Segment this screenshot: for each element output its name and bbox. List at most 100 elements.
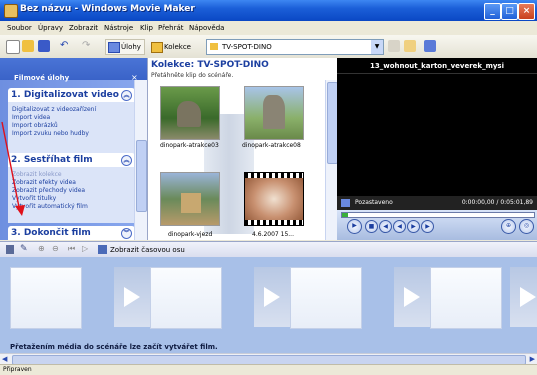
storyboard-cell[interactable]: [290, 267, 362, 329]
folder-icon: [210, 43, 218, 50]
dinosaur-image: [263, 95, 285, 129]
storyboard-cell[interactable]: [10, 267, 82, 329]
new-project-icon[interactable]: [6, 40, 20, 54]
clip-label: dinopark-atrakce08: [242, 142, 301, 149]
open-project-icon[interactable]: [22, 40, 34, 52]
menu-upravy[interactable]: Úpravy: [38, 24, 63, 32]
narrate-icon[interactable]: ✎: [20, 244, 28, 254]
annotation-arrow-icon: [1, 121, 25, 216]
storyboard-cell[interactable]: [430, 267, 502, 329]
tasks-icon: [108, 42, 120, 53]
scroll-thumb[interactable]: [136, 140, 147, 212]
task-section-title: 1. Digitalizovat video: [11, 90, 119, 100]
preview-monitor: 13_wohnout_karton_veverek_mysi Pozastave…: [337, 58, 537, 240]
scroll-left-icon[interactable]: ◀: [2, 355, 7, 363]
dinosaur-image: [177, 101, 201, 127]
seek-thumb[interactable]: [342, 213, 348, 217]
chevron-down-icon[interactable]: ︾: [121, 228, 132, 239]
preview-title: 13_wohnout_karton_veverek_mysi: [370, 62, 504, 70]
collection-dropdown[interactable]: TV-SPOT-DINO ▼: [206, 39, 384, 55]
collection-subtitle: Přetáhněte klip do scénáře.: [151, 72, 234, 79]
forward-button[interactable]: ▶: [407, 220, 420, 233]
menu-zobrazit[interactable]: Zobrazit: [69, 24, 98, 32]
clip-label: dinopark-vjezd: [168, 231, 213, 238]
app-icon: [4, 4, 18, 18]
transition-arrow-icon: [264, 287, 280, 307]
tasks-panel-title: Filmové úlohy: [14, 74, 70, 82]
gate-image: [181, 193, 201, 213]
storyboard-icon[interactable]: [6, 245, 14, 254]
monitor-icon: [341, 199, 350, 207]
menu-klip[interactable]: Klip: [140, 24, 153, 32]
clip-thumbnail[interactable]: [244, 172, 304, 226]
show-timeline-button[interactable]: Zobrazit časovou osu: [110, 246, 185, 254]
window-title: Bez názvu - Windows Movie Maker: [20, 4, 195, 14]
menu-soubor[interactable]: Soubor: [7, 24, 32, 32]
tasks-scrollbar[interactable]: [134, 80, 147, 240]
views-icon[interactable]: [424, 40, 436, 52]
transition-cell[interactable]: [510, 267, 537, 327]
menu-nastroje[interactable]: Nástroje: [104, 24, 133, 32]
save-project-icon[interactable]: [38, 40, 50, 52]
zoom-in-icon[interactable]: ⊕: [38, 244, 45, 253]
storyboard-toolbar: ✎ ⊕ ⊖ ⏮ ▷ Zobrazit časovou osu: [0, 241, 537, 258]
playback-time: 0:00:00,00 / 0:05:01,89: [461, 199, 533, 206]
storyboard-hint: Přetažením média do scénáře lze začít vy…: [10, 343, 218, 351]
film-perforation: [245, 173, 303, 178]
redo-icon[interactable]: ↷: [82, 40, 94, 52]
transition-cell[interactable]: [114, 267, 150, 327]
next-frame-button[interactable]: ▶: [421, 220, 434, 233]
zoom-out-icon[interactable]: ⊖: [52, 244, 59, 253]
chevron-up-icon[interactable]: ︽: [121, 90, 132, 101]
seek-bar[interactable]: [341, 212, 535, 218]
split-clip-button[interactable]: ⊕: [501, 219, 516, 234]
menu-prehrat[interactable]: Přehrát: [158, 24, 183, 32]
previous-frame-button[interactable]: ◀: [379, 220, 392, 233]
preview-status-bar: Pozastaveno 0:00:00,00 / 0:05:01,89: [337, 196, 537, 210]
clip-thumbnail[interactable]: [244, 86, 304, 140]
clip-thumbnail[interactable]: [160, 86, 220, 140]
scroll-right-icon[interactable]: ▶: [530, 355, 535, 363]
title-bar: Bez názvu - Windows Movie Maker _ □ ×: [0, 0, 537, 21]
minimize-button[interactable]: _: [484, 3, 501, 20]
task-link[interactable]: Digitalizovat z videozařízení: [8, 106, 135, 114]
transition-arrow-icon: [124, 287, 140, 307]
transition-cell[interactable]: [394, 267, 430, 327]
status-text: Připraven: [3, 366, 32, 373]
clip-thumbnail[interactable]: [160, 172, 220, 226]
toolbar: ↶ ↷ Úlohy Kolekce TV-SPOT-DINO ▼: [0, 35, 537, 59]
chevron-up-icon[interactable]: ︽: [121, 155, 132, 166]
collection-dropdown-value: TV-SPOT-DINO: [222, 43, 272, 51]
chevron-down-icon[interactable]: ▼: [371, 40, 383, 54]
transition-arrow-icon: [520, 287, 536, 307]
rewind-button[interactable]: ◀: [393, 220, 406, 233]
tasks-button[interactable]: Úlohy: [105, 39, 145, 55]
timeline-icon[interactable]: [98, 245, 107, 254]
clip-label: dinopark-atrakce03: [160, 142, 219, 149]
collection-up-icon[interactable]: [388, 40, 400, 52]
collections-button-label: Kolekce: [164, 43, 191, 51]
new-folder-icon[interactable]: [404, 40, 416, 52]
tasks-button-label: Úlohy: [121, 43, 141, 51]
maximize-button[interactable]: □: [501, 3, 518, 20]
close-button[interactable]: ×: [518, 3, 535, 20]
folder-icon: [151, 42, 163, 53]
transition-arrow-icon: [404, 287, 420, 307]
transition-cell[interactable]: [254, 267, 290, 327]
rewind-storyboard-icon[interactable]: ⏮: [68, 244, 75, 254]
storyboard: Přetažením média do scénáře lze začít vy…: [0, 257, 537, 353]
take-picture-button[interactable]: ◎: [519, 219, 534, 234]
play-button[interactable]: ▶: [347, 219, 362, 234]
tasks-panel-header: Filmové úlohy ×: [0, 58, 147, 82]
divider: [337, 73, 537, 74]
task-section-capture[interactable]: 1. Digitalizovat video ︽: [8, 88, 135, 102]
collection-panel: Kolekce: TV-SPOT-DINO Přetáhněte klip do…: [147, 58, 338, 240]
menu-napoveda[interactable]: Nápověda: [189, 24, 224, 32]
storyboard-cell[interactable]: [150, 267, 222, 329]
task-section-finish[interactable]: 3. Dokončit film ︾: [8, 226, 135, 240]
clip-label: 4.6.2007 15...: [252, 231, 294, 238]
play-storyboard-icon[interactable]: ▷: [82, 244, 88, 253]
undo-icon[interactable]: ↶: [60, 40, 72, 52]
stop-button[interactable]: ■: [365, 220, 378, 233]
collections-button[interactable]: Kolekce: [148, 39, 195, 55]
